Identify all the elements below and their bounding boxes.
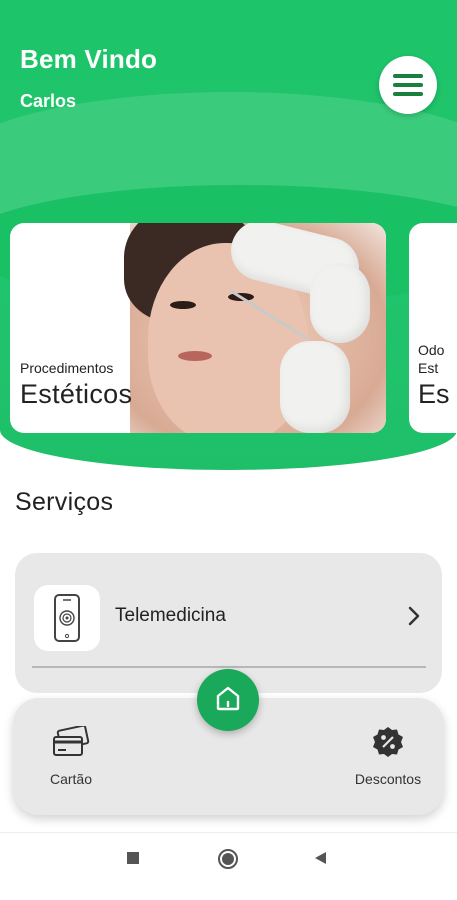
card-subtitle-line2: Est [418,360,439,376]
user-name: Carlos [20,91,77,111]
chevron-right-icon [407,605,421,633]
nav-label: Cartão [49,771,93,787]
hamburger-line [393,92,423,96]
credit-cards-icon [51,724,91,763]
hamburger-menu-icon [393,74,423,78]
card-subtitle: Procedimentos [20,360,114,376]
nav-label: Descontos [354,771,422,787]
welcome-title: Bem Vindo [20,44,158,74]
card-title: Estéticos [20,379,133,409]
menu-button[interactable] [379,56,437,114]
home-button[interactable] [197,669,259,731]
photo-glove-side [310,263,370,343]
aesthetic-procedure-photo [124,223,386,433]
services-title: Serviços [15,488,114,516]
home-circle-icon[interactable] [217,848,239,875]
card-subtitle-line1: Odo [418,342,445,358]
nav-descontos[interactable]: Descontos [343,726,433,787]
carousel-card-esteticos[interactable]: Procedimentos Estéticos [10,223,386,433]
home-icon [213,683,243,718]
back-triangle-icon[interactable] [313,851,327,870]
service-label: Telemedicina [115,605,226,626]
photo-glove-bottom [280,341,350,433]
nav-cartao[interactable]: Cartão [39,724,103,787]
carousel-card-next[interactable]: Odo Est Es [409,223,457,433]
system-navigation-bar [0,832,457,900]
divider [32,666,426,668]
photo-lips [178,351,212,361]
photo-eye [170,301,196,309]
smartphone-fingerprint-icon [34,585,100,651]
recents-icon[interactable] [126,851,140,870]
discount-badge-icon [372,726,404,763]
card-subtitle: Odo Est [418,341,444,377]
card-title: Es [418,379,450,409]
hamburger-line [393,83,423,87]
